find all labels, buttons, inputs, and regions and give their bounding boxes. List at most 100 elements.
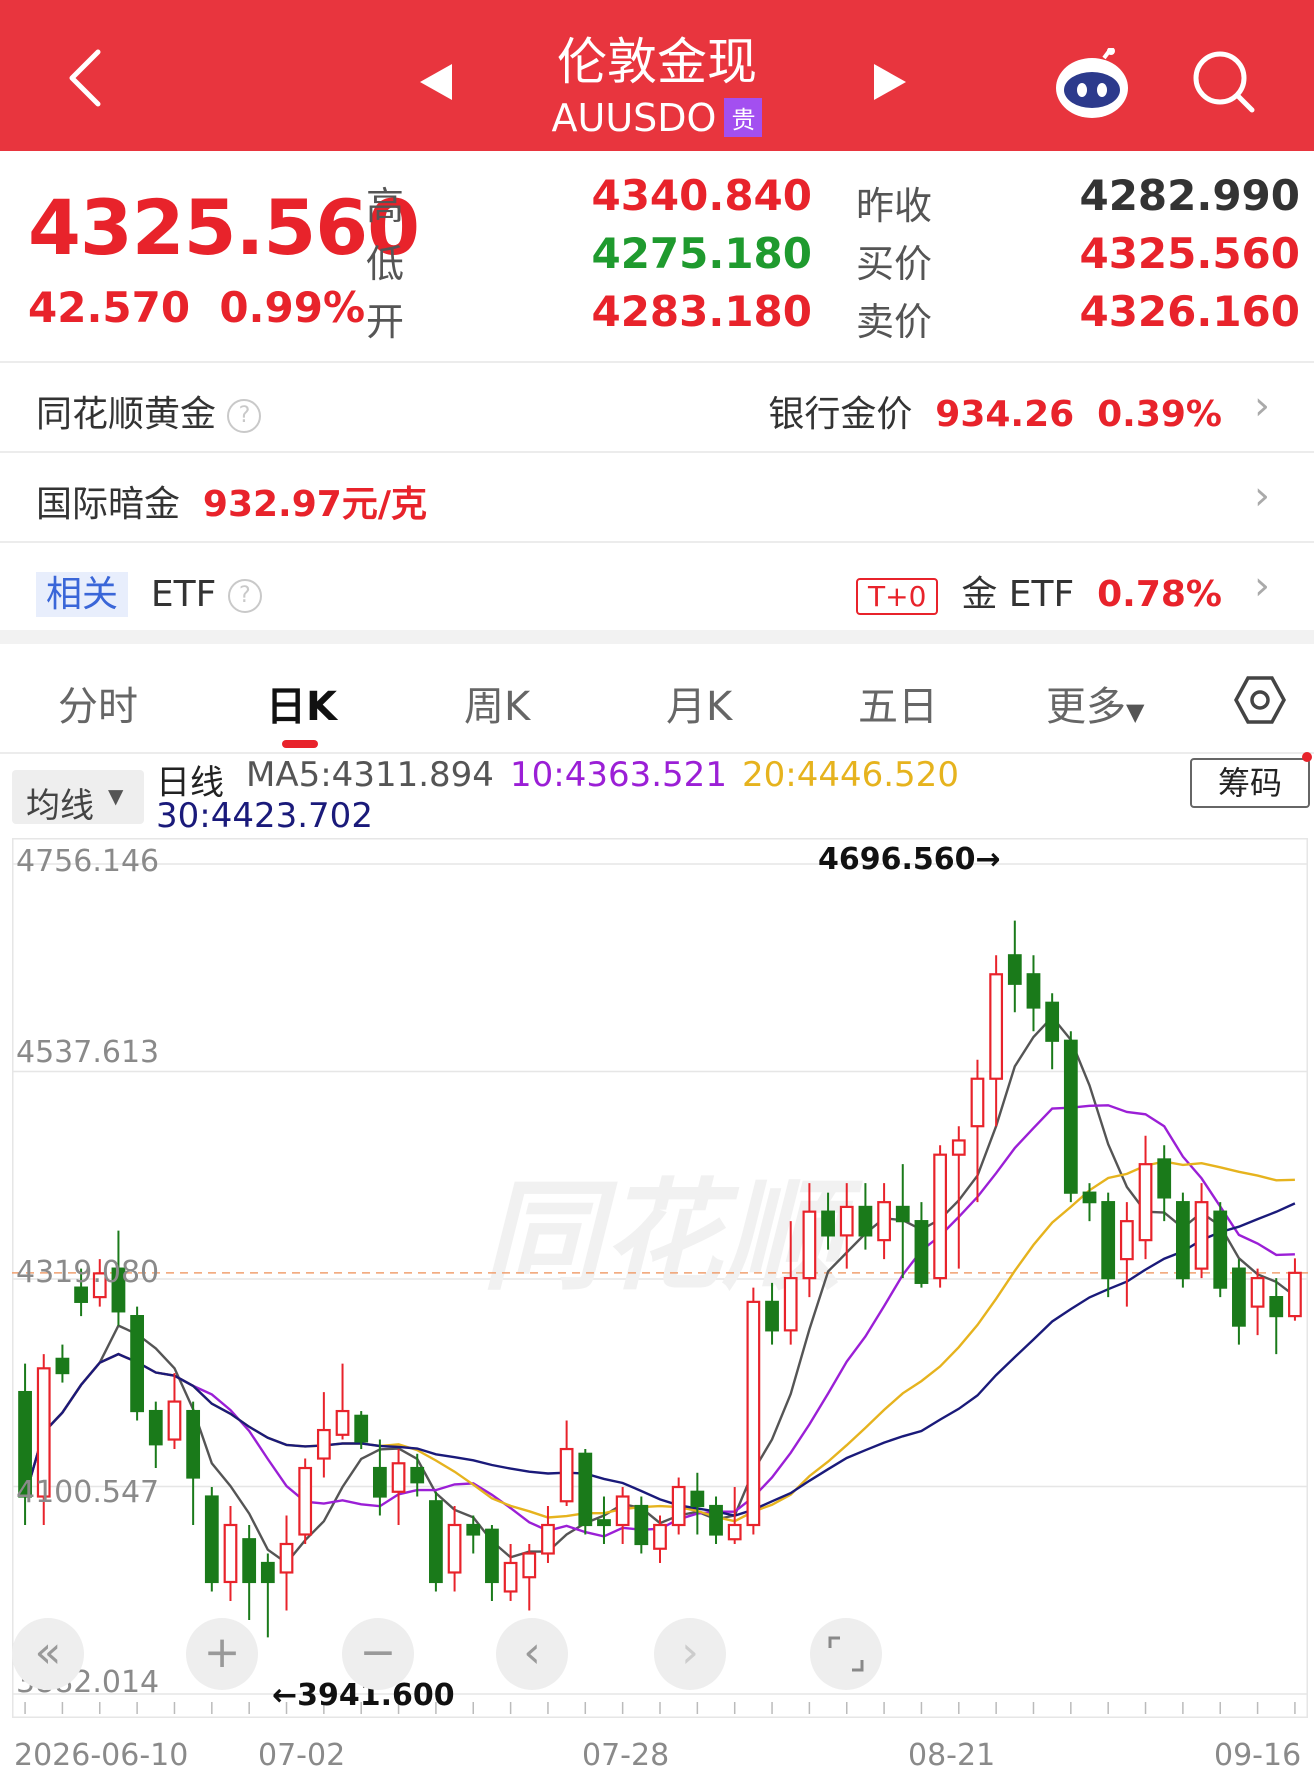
candle-body [765,1300,779,1332]
intl-gold-label: 国际暗金 [36,484,181,525]
intl-gold-value: 932.97元/克 [202,484,427,525]
fullscreen-icon[interactable] [810,1618,882,1690]
ths-gold-label: 同花顺黄金 [36,394,217,435]
candle-body [148,1409,163,1446]
low-value: 4275.180 [591,229,812,278]
candle-body [1157,1158,1172,1199]
robot-assistant-icon[interactable] [1052,47,1132,120]
section-divider [0,630,1314,644]
candle-body [895,1205,910,1223]
high-value: 4340.840 [591,171,812,220]
candle-body [204,1495,219,1584]
candle-body [597,1519,611,1527]
candle-body [634,1504,649,1546]
candle-body [578,1452,593,1527]
ma10-value: 10:4363.521 [510,755,727,795]
ask-label: 卖价 [856,300,933,344]
scroll-to-start-icon[interactable]: « [12,1618,84,1690]
ma-selector-label: 均线 [26,786,94,826]
candle-body [466,1523,481,1536]
candle-body [1269,1296,1284,1318]
candle-body [615,1495,630,1527]
candle-body [746,1300,761,1527]
candle-body [429,1500,443,1584]
tab-weekly-k[interactable]: 周K [464,674,530,732]
candle-body [1250,1277,1265,1308]
gold-etf-label: 金 ETF [961,574,1075,615]
etf-label: ETF [150,574,217,615]
kline-chart[interactable]: 同花顺 [12,838,1308,1718]
zoom-in-icon[interactable]: + [186,1618,258,1690]
candle-body [802,1210,817,1280]
candle-body [970,1077,985,1128]
y-tick-label: 4537.613 [16,1035,160,1070]
candle-body [559,1447,574,1503]
y-tick-label: 4100.547 [16,1475,160,1510]
tab-intraday[interactable]: 分时 [58,674,138,732]
settings-hexagon-icon[interactable] [1234,674,1286,726]
ma20-value: 20:4446.520 [742,755,959,795]
candle-body [223,1523,238,1584]
next-stock-icon[interactable] [872,62,908,102]
candle-body [709,1504,723,1536]
tab-monthly-k[interactable]: 月K [666,674,732,732]
dropdown-caret-icon: ▼ [108,784,124,808]
candle-body [690,1490,705,1508]
ask-value: 4326.160 [1079,287,1300,336]
candle-body [1063,1039,1078,1194]
ma-selector[interactable]: 均线 ▼ [12,770,144,826]
y-tick-label: 4319.080 [16,1255,160,1290]
max-price-label: 4696.560→ [818,842,1001,877]
candle-body [354,1414,369,1443]
candle-body [1045,1001,1060,1042]
candle-body [186,1409,201,1479]
candle-body [1194,1201,1209,1270]
intl-gold-row[interactable]: 国际暗金 932.97元/克 › [0,451,1314,541]
chevron-right-icon[interactable]: › [654,1618,726,1690]
change-percent: 0.99% [219,283,366,332]
candle-body [316,1428,331,1460]
candle-body [410,1466,425,1484]
quote-panel: 4325.560 42.570 0.99% 高 低 开 4340.840 427… [0,151,1314,361]
candle-body [260,1561,275,1584]
app-header: 伦敦金现 AUUSDO 贵 [0,0,1314,151]
tab-daily-k[interactable]: 日K [266,674,337,732]
tab-more[interactable]: 更多▼ [1046,674,1144,732]
zoom-out-icon[interactable]: − [342,1618,414,1690]
ths-gold-title: 同花顺黄金 ? [36,385,262,437]
candle-body [1232,1267,1246,1327]
help-icon[interactable]: ? [227,399,262,433]
candle-body [671,1485,686,1527]
bank-gold-price: 934.26 [935,394,1075,435]
bid-value: 4325.560 [1079,229,1300,278]
candle-body [877,1201,891,1242]
candle-body [1119,1220,1134,1261]
low-label: 低 [366,242,405,286]
candle-body [914,1220,929,1284]
search-icon[interactable] [1190,48,1258,116]
gold-etf-percent: 0.78% [1097,574,1222,615]
open-label: 开 [366,300,405,344]
ths-gold-row[interactable]: 同花顺黄金 ? 银行金价 934.26 0.39% › [0,361,1314,451]
chips-button[interactable]: 筹码 [1190,758,1310,808]
candle-body [1082,1191,1097,1204]
candle-body [727,1523,742,1541]
candle-body [541,1523,555,1555]
chevron-right-icon: › [1254,473,1270,519]
period-tabs: 分时 日K 周K 月K 五日 更多▼ [0,644,1314,754]
candle-body [1026,973,1041,1009]
chevron-left-icon[interactable]: ‹ [496,1618,568,1690]
candle-body [372,1466,387,1498]
candle-body [989,973,1004,1080]
candle-body [298,1466,313,1536]
candle-body [130,1315,145,1413]
candle-body [1007,954,1022,985]
precious-badge: 贵 [724,98,763,137]
tab-five-day[interactable]: 五日 [858,674,938,732]
bid-label: 买价 [856,242,933,286]
related-etf-row[interactable]: 相关 ETF ? T+0 金 ETF 0.78% › [0,541,1314,632]
change-value: 42.570 [28,283,191,332]
ma5-value: MA5:4311.894 [246,755,494,795]
bank-gold-label: 银行金价 [768,394,913,435]
help-icon[interactable]: ? [227,579,262,613]
